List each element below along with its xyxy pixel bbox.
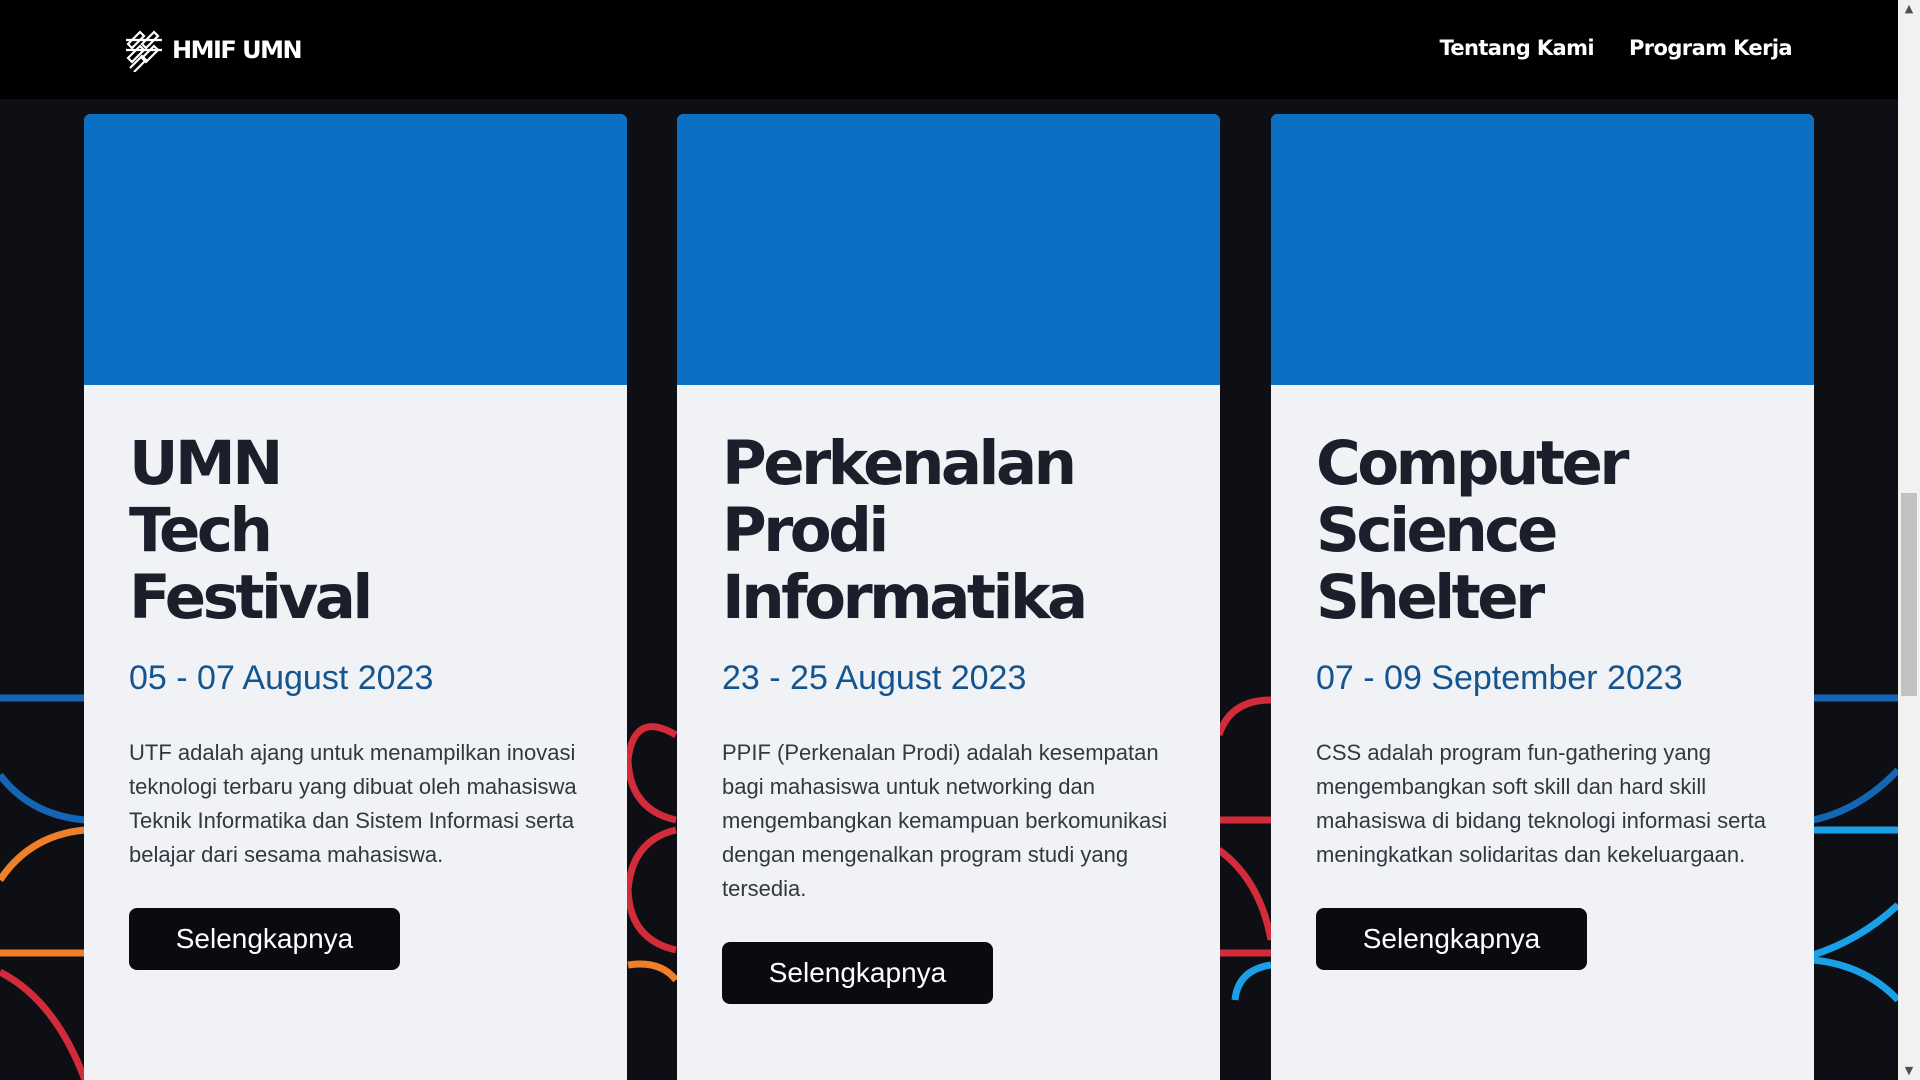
home-logo-link[interactable]: HMIF UMN — [122, 28, 303, 72]
card-image — [677, 114, 1220, 385]
card-description: CSS adalah program fun-gathering yang me… — [1316, 740, 1767, 867]
hmif-logo-icon — [126, 30, 162, 72]
scroll-thumb[interactable] — [1901, 493, 1917, 696]
card-date: 05 - 07 August 2023 — [129, 659, 434, 697]
card-title: Computer Science Shelter — [1316, 428, 1629, 633]
vertical-scrollbar[interactable]: ▲ ▼ — [1898, 0, 1920, 1080]
card-title: UMN Tech Festival — [129, 428, 373, 633]
selengkapnya-button[interactable]: Selengkapnya — [722, 942, 993, 1004]
program-card-ppif: Perkenalan Prodi Informatika 23 - 25 Aug… — [677, 114, 1220, 1080]
card-title: Perkenalan Prodi Informatika — [722, 428, 1088, 633]
selengkapnya-button[interactable]: Selengkapnya — [1316, 908, 1587, 970]
card-date: 23 - 25 August 2023 — [722, 659, 1027, 697]
program-card-utf: UMN Tech Festival 05 - 07 August 2023 UT… — [84, 114, 627, 1080]
top-navbar: HMIF UMN Tentang Kami Program Kerja — [0, 0, 1898, 99]
selengkapnya-button[interactable]: Selengkapnya — [129, 908, 400, 970]
program-card-css: Computer Science Shelter 07 - 09 Septemb… — [1271, 114, 1814, 1080]
logo-text: HMIF UMN — [172, 36, 303, 64]
card-description: PPIF (Perkenalan Prodi) adalah kesempata… — [722, 740, 1168, 901]
card-description: UTF adalah ajang untuk menampilkan inova… — [129, 740, 577, 867]
nav-link-tentang-kami[interactable]: Tentang Kami — [1439, 36, 1594, 60]
nav-links: Tentang Kami Program Kerja — [1439, 36, 1792, 60]
nav-link-program-kerja[interactable]: Program Kerja — [1629, 36, 1793, 60]
scroll-up-arrow-icon[interactable]: ▲ — [1898, 0, 1920, 18]
scroll-down-arrow-icon[interactable]: ▼ — [1898, 1062, 1920, 1080]
card-image — [1271, 114, 1814, 385]
card-date: 07 - 09 September 2023 — [1316, 659, 1683, 697]
card-image — [84, 114, 627, 385]
